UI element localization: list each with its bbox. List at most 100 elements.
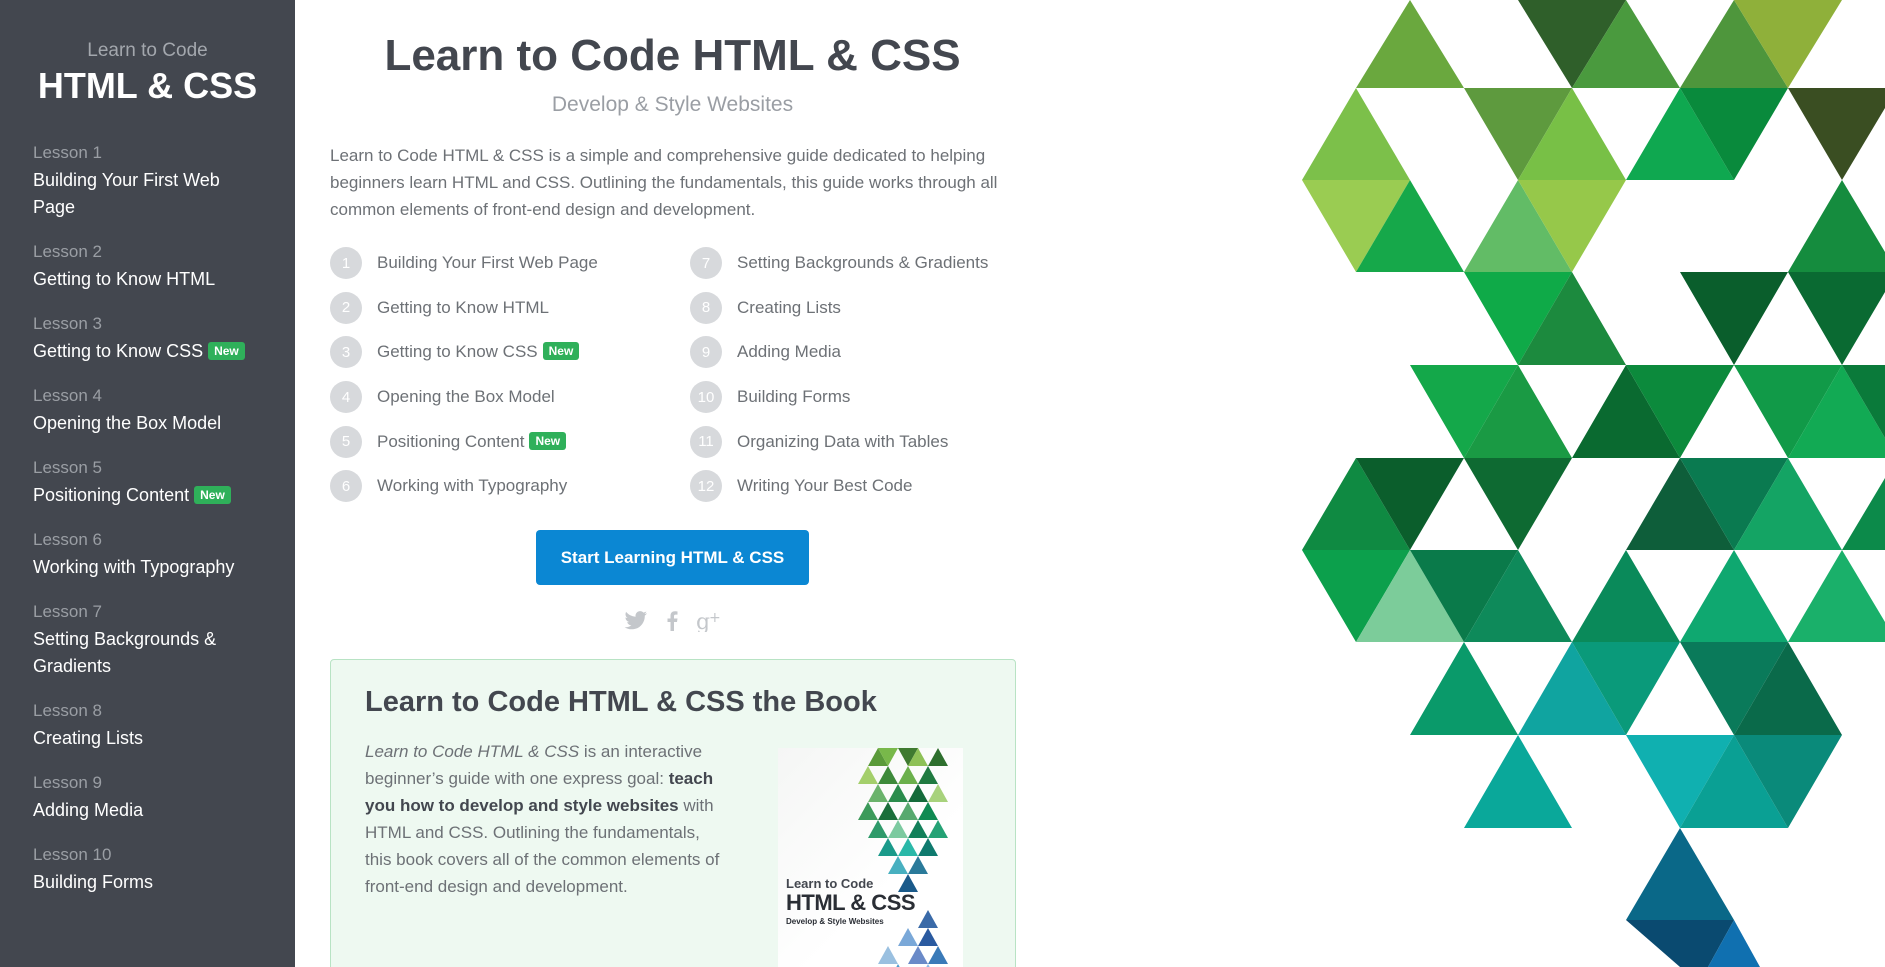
twitter-icon[interactable]: [624, 611, 648, 636]
sidebar-item-label: Building Your First Web Page: [33, 167, 263, 221]
sidebar-item-lesson-8[interactable]: Lesson 8 Creating Lists: [33, 692, 295, 764]
sidebar-item-title: Adding Media: [33, 800, 144, 820]
sidebar-item-label: Working with Typography: [33, 554, 263, 581]
lesson-column-right: 7 Setting Backgrounds & Gradients 8 Creatin…: [690, 241, 1010, 509]
lesson-link-9[interactable]: 9 Adding Media: [690, 330, 1010, 375]
sidebar: Learn to Code HTML & CSS Lesson 1 Buildin…: [0, 0, 295, 967]
book-cover-image[interactable]: Learn to Code HTML & CSS Develop & Style…: [778, 747, 963, 967]
lesson-link-5[interactable]: 5 Positioning Content New: [330, 419, 690, 464]
lesson-number-circle: 3: [330, 336, 362, 369]
lesson-link-7[interactable]: 7 Setting Backgrounds & Gradients: [690, 241, 1010, 286]
svg-text:g: g: [696, 610, 710, 632]
lesson-number-circle: 6: [330, 470, 362, 503]
sidebar-item-number: Lesson 8: [33, 701, 102, 720]
sidebar-item-number: Lesson 1: [33, 143, 102, 162]
sidebar-item-lesson-3[interactable]: Lesson 3 Getting to Know CSS New: [33, 305, 295, 377]
sidebar-item-lesson-10[interactable]: Lesson 10 Building Forms: [33, 836, 295, 908]
sidebar-item-title: Positioning Content: [33, 485, 190, 505]
lesson-number-circle: 11: [690, 425, 722, 458]
lesson-link-12[interactable]: 12 Writing Your Best Code: [690, 464, 1010, 509]
sidebar-item-label: Positioning Content New: [33, 482, 263, 509]
lesson-number-circle: 7: [690, 247, 722, 280]
lesson-title-text: Building Forms: [737, 387, 851, 407]
lesson-title: Opening the Box Model: [377, 387, 555, 407]
sidebar-item-label: Getting to Know CSS New: [33, 338, 263, 365]
cover-line-2: HTML & CSS: [786, 889, 916, 915]
sidebar-item-title: Working with Typography: [33, 557, 235, 577]
brand-title: HTML & CSS: [37, 65, 258, 106]
lesson-link-2[interactable]: 2 Getting to Know HTML: [330, 286, 690, 331]
sidebar-brand[interactable]: Learn to Code HTML & CSS: [0, 0, 295, 134]
lesson-link-1[interactable]: 1 Building Your First Web Page: [330, 241, 690, 286]
sidebar-item-number: Lesson 7: [33, 602, 102, 621]
lesson-title-text: Getting to Know HTML: [377, 297, 549, 317]
sidebar-item-title: Opening the Box Model: [33, 413, 222, 433]
main-content: Learn to Code HTML & CSS Develop & Style…: [330, 0, 1016, 967]
lesson-index: 1 Building Your First Web Page 2 Getting to…: [330, 241, 1015, 509]
start-learning-button[interactable]: Start Learning HTML & CSS: [535, 529, 810, 585]
sidebar-item-title: Getting to Know HTML: [33, 269, 216, 289]
sidebar-item-label: Getting to Know HTML: [33, 266, 263, 293]
lesson-number-circle: 12: [690, 470, 722, 503]
cover-line-3: Develop & Style Websites: [786, 916, 884, 926]
lesson-title: Organizing Data with Tables: [737, 432, 948, 452]
sidebar-item-lesson-4[interactable]: Lesson 4 Opening the Box Model: [33, 377, 295, 449]
lesson-column-left: 1 Building Your First Web Page 2 Getting to…: [330, 241, 690, 509]
sidebar-item-title: Getting to Know CSS: [33, 341, 204, 361]
lesson-title-text: Creating Lists: [737, 297, 841, 317]
lesson-title: Adding Media: [737, 342, 841, 362]
lesson-title: Getting to Know CSS New: [377, 342, 580, 362]
facebook-icon[interactable]: [666, 611, 678, 636]
lesson-link-3[interactable]: 3 Getting to Know CSS New: [330, 330, 690, 375]
sidebar-item-title: Building Forms: [33, 872, 154, 892]
sidebar-item-title: Setting Backgrounds & Gradients: [33, 629, 217, 676]
sidebar-item-number: Lesson 6: [33, 530, 102, 549]
sidebar-item-lesson-2[interactable]: Lesson 2 Getting to Know HTML: [33, 233, 295, 305]
lesson-title-text: Positioning Content: [377, 431, 525, 451]
lesson-title: Creating Lists: [737, 298, 841, 318]
book-description: Learn to Code HTML & CSS is an interacti…: [365, 738, 730, 900]
sidebar-item-number: Lesson 9: [33, 773, 102, 792]
lesson-number-circle: 5: [330, 425, 362, 458]
sidebar-item-lesson-7[interactable]: Lesson 7 Setting Backgrounds & Gradients: [33, 593, 295, 692]
sidebar-item-number: Lesson 10: [33, 845, 112, 864]
lesson-title-text: Building Your First Web Page: [377, 253, 598, 273]
lesson-title-text: Opening the Box Model: [377, 387, 555, 407]
sidebar-item-label: Building Forms: [33, 869, 263, 896]
lesson-number-circle: 1: [330, 247, 362, 280]
lesson-link-6[interactable]: 6 Working with Typography: [330, 464, 690, 509]
lesson-title: Positioning Content New: [377, 431, 567, 452]
lesson-number-circle: 4: [330, 381, 362, 414]
lesson-number-circle: 8: [690, 291, 722, 324]
lesson-title-text: Writing Your Best Code: [737, 476, 913, 496]
lesson-title: Getting to Know HTML: [377, 298, 549, 318]
sidebar-item-lesson-6[interactable]: Lesson 6 Working with Typography: [33, 521, 295, 593]
lesson-title: Writing Your Best Code: [737, 476, 912, 496]
intro-paragraph: Learn to Code HTML & CSS is a simple and…: [330, 146, 998, 219]
lesson-title-text: Organizing Data with Tables: [737, 431, 949, 451]
sidebar-item-number: Lesson 3: [33, 314, 102, 333]
sidebar-item-lesson-9[interactable]: Lesson 9 Adding Media: [33, 764, 295, 836]
lesson-link-4[interactable]: 4 Opening the Box Model: [330, 375, 690, 420]
cover-line-1: Learn to Code: [786, 875, 874, 891]
page-subtitle: Develop & Style Websites: [551, 93, 794, 116]
lesson-link-8[interactable]: 8 Creating Lists: [690, 286, 1010, 331]
lesson-title-text: Setting Backgrounds & Gradients: [737, 253, 989, 273]
lesson-link-10[interactable]: 10 Building Forms: [690, 375, 1010, 420]
new-badge: New: [529, 431, 567, 450]
lesson-number-circle: 9: [690, 336, 722, 369]
sidebar-item-lesson-5[interactable]: Lesson 5 Positioning Content New: [33, 449, 295, 521]
google-plus-icon[interactable]: g +: [696, 610, 722, 637]
lesson-number-circle: 10: [690, 381, 722, 414]
lesson-link-11[interactable]: 11 Organizing Data with Tables: [690, 419, 1010, 464]
lesson-number-circle: 2: [330, 291, 362, 324]
new-badge: New: [208, 342, 245, 360]
book-heading: Learn to Code HTML & CSS the Book: [365, 685, 877, 718]
sidebar-item-label: Adding Media: [33, 797, 263, 824]
sidebar-lesson-list: Lesson 1 Building Your First Web Page Less…: [0, 134, 295, 908]
social-links: g +: [330, 610, 1015, 637]
sidebar-item-number: Lesson 4: [33, 386, 102, 405]
lesson-title-text: Working with Typography: [377, 476, 568, 496]
sidebar-item-lesson-1[interactable]: Lesson 1 Building Your First Web Page: [33, 134, 295, 233]
new-badge: New: [542, 342, 580, 361]
